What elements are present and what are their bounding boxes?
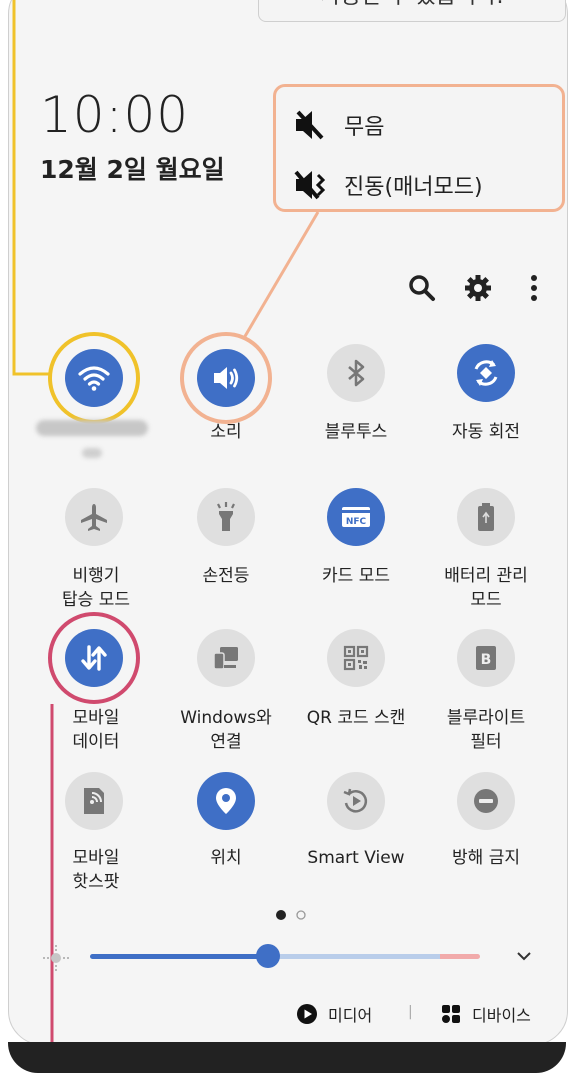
mute-row: 무음: [292, 107, 384, 143]
smart-view-icon: [343, 788, 368, 813]
sound-mode-callout: 무음 진동(매너모드): [273, 84, 565, 212]
qr-icon: [343, 645, 369, 671]
windows-link-tile[interactable]: [197, 629, 255, 687]
search-icon[interactable]: [406, 272, 438, 304]
date: 12월 2일 월요일: [40, 155, 225, 184]
dnd-icon: [474, 789, 498, 813]
location-label: 위치: [210, 848, 242, 868]
devices-button[interactable]: 디바이스: [440, 1002, 531, 1026]
airplane-icon: [81, 504, 107, 531]
brightness-track-filled: [90, 954, 268, 959]
brightness-track: [268, 954, 440, 959]
battery-icon: [478, 503, 494, 531]
sound-label: 소리: [210, 422, 242, 442]
page-indicator[interactable]: [274, 908, 314, 922]
sound-tile[interactable]: [197, 349, 255, 407]
devices-icon: [442, 1005, 460, 1023]
auto-rotate-icon: [474, 360, 498, 386]
card-mode-label: 카드 모드: [322, 566, 390, 586]
mute-label: 무음: [344, 115, 385, 140]
hotspot-icon: [84, 788, 104, 814]
battery-label: 배터리 관리 모드: [444, 566, 528, 610]
wifi-network-name-line2: [82, 448, 102, 458]
mute-icon: [296, 110, 324, 140]
nfc-tile[interactable]: NFC: [327, 488, 385, 546]
hotspot-tile[interactable]: [65, 772, 123, 830]
vibrate-icon: [294, 170, 326, 200]
media-label: 미디어: [328, 1006, 373, 1025]
location-tile[interactable]: [197, 772, 255, 830]
mobile-data-icon: [81, 645, 107, 671]
wifi-icon: [78, 366, 110, 391]
airplane-tile[interactable]: [65, 488, 123, 546]
airplane-label: 비행기 탑승 모드: [62, 566, 130, 610]
nfc-icon-text: NFC: [346, 517, 367, 527]
flashlight-tile[interactable]: [197, 488, 255, 546]
sound-icon: [214, 367, 239, 389]
dnd-tile[interactable]: [457, 772, 515, 830]
vibrate-label: 진동(매너모드): [344, 175, 483, 200]
flashlight-label: 손전등: [202, 566, 250, 586]
wifi-network-name: [36, 420, 148, 436]
wifi-tile[interactable]: [65, 349, 123, 407]
clock: 10:00: [40, 86, 190, 144]
play-icon: [297, 1004, 317, 1024]
windows-link-icon: [213, 647, 238, 670]
auto-rotate-tile[interactable]: [457, 344, 515, 402]
page-dot-active: [276, 910, 286, 920]
chevron-down-icon[interactable]: [514, 946, 534, 966]
battery-tile[interactable]: [457, 488, 515, 546]
gear-icon[interactable]: [462, 272, 494, 304]
bluetooth-tile[interactable]: [327, 344, 385, 402]
mobile-data-label: 모바일 데이터: [72, 708, 120, 752]
bluetooth-label: 블루투스: [324, 422, 388, 442]
smart-view-label: Smart View: [307, 848, 405, 868]
footer-separator: |: [408, 1004, 413, 1020]
devices-label: 디바이스: [472, 1006, 531, 1025]
wifi-annotation-line: [12, 0, 52, 376]
location-icon: [216, 788, 236, 814]
blue-light-tile[interactable]: B: [457, 629, 515, 687]
blue-light-icon: B: [476, 646, 496, 670]
brightness-icon: [43, 945, 69, 971]
more-vert-icon[interactable]: [518, 272, 550, 304]
blue-light-icon-text: B: [481, 652, 492, 668]
brightness-track-end: [440, 954, 480, 959]
mobile-data-tile[interactable]: [65, 629, 123, 687]
bluetooth-icon: [348, 359, 365, 387]
smart-view-tile[interactable]: [327, 772, 385, 830]
qr-label: QR 코드 스캔: [306, 708, 406, 728]
nfc-icon: NFC: [342, 507, 370, 527]
brightness-slider-thumb[interactable]: [256, 944, 280, 968]
sound-annotation-line: [242, 211, 320, 339]
bottom-bar: [8, 1042, 566, 1073]
qr-tile[interactable]: [327, 629, 385, 687]
windows-link-label: Windows와 연결: [180, 708, 272, 752]
blue-light-label: 블루라이트 필터: [446, 708, 526, 752]
flashlight-icon: [217, 502, 235, 531]
auto-rotate-label: 자동 회전: [452, 422, 520, 442]
hotspot-label: 모바일 핫스팟: [72, 848, 120, 892]
page-dot-inactive: [296, 910, 306, 920]
media-button[interactable]: 미디어: [296, 1002, 372, 1026]
vibrate-row: 진동(매너모드): [292, 167, 483, 203]
dnd-label: 방해 금지: [452, 848, 520, 868]
